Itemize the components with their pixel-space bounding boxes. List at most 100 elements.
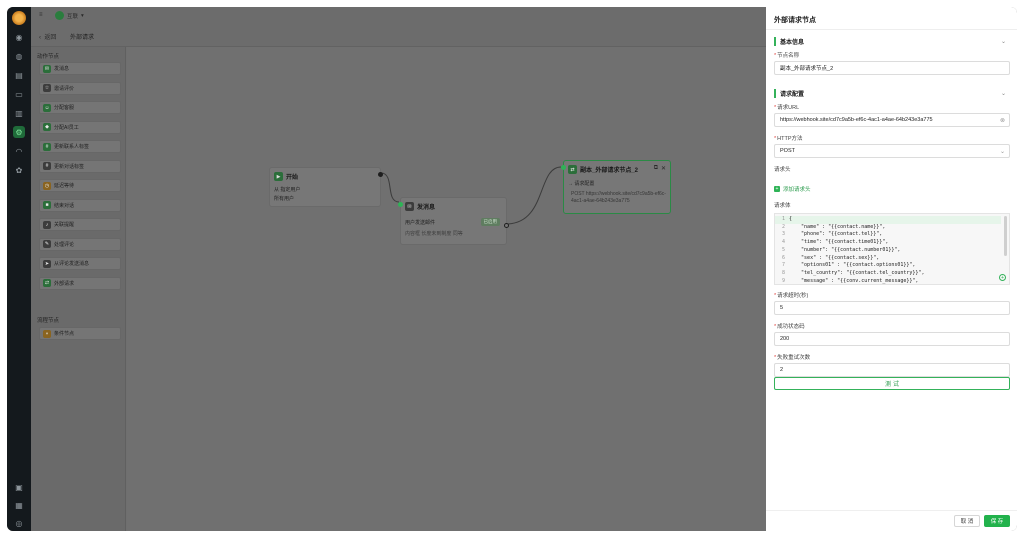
workspace-name: 互联 (67, 13, 79, 20)
retry-input[interactable]: 2 (774, 363, 1010, 377)
retry-value: 2 (780, 367, 784, 373)
automation-icon[interactable]: ⚙ (13, 126, 25, 138)
request-config-group[interactable]: 请求配置 ⌄ (774, 87, 1010, 99)
menu-icon[interactable]: ≡ (39, 12, 43, 18)
clock-icon: ◷ (43, 181, 51, 190)
analytics-icon[interactable]: ▥ (13, 107, 25, 119)
palette-item[interactable]: ✎ 处理评论 (39, 237, 121, 251)
back-label: 返回 (44, 35, 57, 41)
close-icon[interactable]: ✕ (661, 165, 666, 172)
chat-icon[interactable]: ◉ (13, 31, 25, 43)
request-node-line2: POST https://webhook.site/cd7c9a5b-ef6c-… (571, 191, 666, 204)
group-marker (774, 88, 776, 98)
chevron-down-icon[interactable]: ⌄ (1001, 38, 1006, 45)
status-code-value: 200 (780, 336, 790, 342)
body-editor[interactable]: 1{2 "name" : "{{contact.name}}", 3 "phone… (774, 213, 1010, 285)
send-output-port[interactable] (504, 223, 509, 228)
palette-item-label: 分配AI员工 (54, 124, 79, 131)
group-marker (774, 36, 776, 46)
headset-icon[interactable]: ◠ (13, 145, 25, 157)
copy-icon[interactable]: ⧉ (654, 165, 658, 172)
timeout-value: 5 (780, 305, 784, 311)
clipboard-icon[interactable]: ▣ (13, 481, 25, 493)
url-input[interactable]: https://webhook.site/cd7c9a5b-ef6c-4ac1-… (774, 113, 1010, 127)
node-name-input[interactable]: 副本_外部请求节点_2 (774, 61, 1010, 75)
palette-item[interactable]: ⇄ 外部请求 (39, 276, 121, 290)
basic-info-title: 基本信息 (780, 39, 805, 46)
body-label: 请求体 (774, 203, 791, 209)
settings-icon[interactable]: ✿ (13, 164, 25, 176)
palette-item-label: 处理评论 (54, 241, 75, 248)
palette-item-label: 关联提醒 (54, 222, 75, 228)
palette-item[interactable]: ◷ 延迟等待 (39, 179, 121, 192)
start-node[interactable]: ▶ 开始 从 指定用户 所有用户 (269, 167, 383, 207)
connections (380, 166, 562, 225)
palette-item-label: 邀请评价 (54, 85, 75, 92)
send-node-title: 发消息 (417, 205, 436, 211)
retry-label: *失败重试次数 (774, 355, 811, 361)
chevron-down-icon[interactable]: ⌄ (1001, 90, 1006, 97)
palette-item[interactable]: ✉ 发消息 (39, 62, 121, 75)
editor-scrollbar[interactable] (1004, 216, 1007, 256)
add-header-button[interactable]: + 添加请求头 (774, 185, 811, 193)
add-header-label: 添加请求头 (783, 187, 811, 193)
palette-item[interactable]: # 更新联系人标签 (39, 140, 121, 153)
send-node-line1: 用户发送邮件 (405, 220, 436, 226)
request-input-port[interactable] (561, 165, 566, 170)
method-value: POST (780, 148, 795, 154)
palette-item[interactable]: # 更新对话标签 (39, 159, 121, 173)
chevron-down-icon: ▾ (81, 12, 84, 19)
chevron-down-icon: ⌄ (999, 148, 1005, 155)
comments-icon[interactable]: ▭ (13, 88, 25, 100)
brand-icon (55, 11, 64, 20)
palette-item-label: 更新对话标签 (54, 163, 85, 170)
start-node-line2: 所有用户 (274, 196, 295, 202)
basic-info-group[interactable]: 基本信息 ⌄ (774, 35, 1010, 47)
workspace-switcher[interactable]: 互联 ▾ (55, 11, 84, 20)
send-input-port[interactable] (398, 202, 403, 207)
drawer-title: 外部请求节点 (774, 17, 816, 24)
expand-editor-icon[interactable]: + (999, 274, 1006, 281)
apps-icon[interactable]: ▦ (13, 499, 25, 511)
app-logo (12, 11, 26, 25)
section-flow-title: 流程节点 (37, 318, 60, 324)
conversation-icon[interactable]: ◍ (13, 50, 25, 62)
page-title: 外部请求 (70, 35, 95, 41)
node-name-label: *节点名称 (774, 53, 800, 59)
palette-item[interactable]: ➤ 从评论发送消息 (39, 257, 121, 270)
status-code-input[interactable]: 200 (774, 332, 1010, 346)
palette-item-label: 从评论发送消息 (54, 261, 90, 267)
contacts-icon[interactable]: ▤ (13, 69, 25, 81)
save-button[interactable]: 保 存 (984, 515, 1010, 527)
link-icon: ⇄ (568, 165, 577, 174)
start-output-port[interactable] (378, 172, 383, 177)
palette-item[interactable]: ♪ 关联提醒 (39, 218, 121, 231)
node-palette: 动作节点 ✉ 发消息 ☆ 邀请评价 ☺ 分配客服 ◆ 分配AI员工 # 更新联系人标签 # 更新对话标… (31, 47, 126, 531)
back-button[interactable]: ‹ 返回 (39, 32, 56, 41)
tag-icon: # (43, 162, 51, 170)
flow-canvas[interactable]: ▶ 开始 从 指定用户 所有用户 ✉ 发消息 用户发送邮件 已启用 内容框 长度未到… (127, 47, 766, 531)
palette-item[interactable]: ☆ 邀请评价 (39, 81, 121, 95)
palette-item[interactable]: ☺ 分配客服 (39, 101, 121, 114)
test-button[interactable]: 测 试 (774, 377, 1010, 390)
method-label: *HTTP方法 (774, 136, 803, 142)
palette-item[interactable]: ⑂ 条件节点 (39, 327, 121, 340)
method-select[interactable]: POST ⌄ (774, 144, 1010, 158)
code-text: "message" : "{{conv.current_message}}", (789, 277, 919, 284)
palette-item-label: 延迟等待 (54, 183, 75, 189)
user-icon: ☺ (43, 103, 51, 112)
send-message-node[interactable]: ✉ 发消息 用户发送邮件 已启用 内容框 长度未到制度 同等 (398, 197, 509, 245)
palette-item-label: 结束对话 (54, 202, 75, 209)
timeout-input[interactable]: 5 (774, 301, 1010, 315)
cancel-button[interactable]: 取 消 (954, 515, 980, 527)
palette-item[interactable]: ■ 结束对话 (39, 198, 121, 212)
timeout-label: *请求超时(秒) (774, 293, 809, 299)
request-node-line1: → 请求配置 (568, 181, 595, 187)
branch-icon: ⑂ (43, 329, 51, 338)
start-node-line1: 从 指定用户 (274, 187, 301, 193)
palette-item[interactable]: ◆ 分配AI员工 (39, 120, 121, 134)
clear-icon[interactable]: ⊗ (1000, 117, 1005, 124)
external-request-node[interactable]: ⇄ 副本_外部请求节点_2 ⧉ ✕ → 请求配置 POST https://web… (561, 160, 671, 214)
palette-item-label: 发消息 (54, 66, 70, 72)
user-settings-icon[interactable]: ◎ (13, 517, 25, 529)
